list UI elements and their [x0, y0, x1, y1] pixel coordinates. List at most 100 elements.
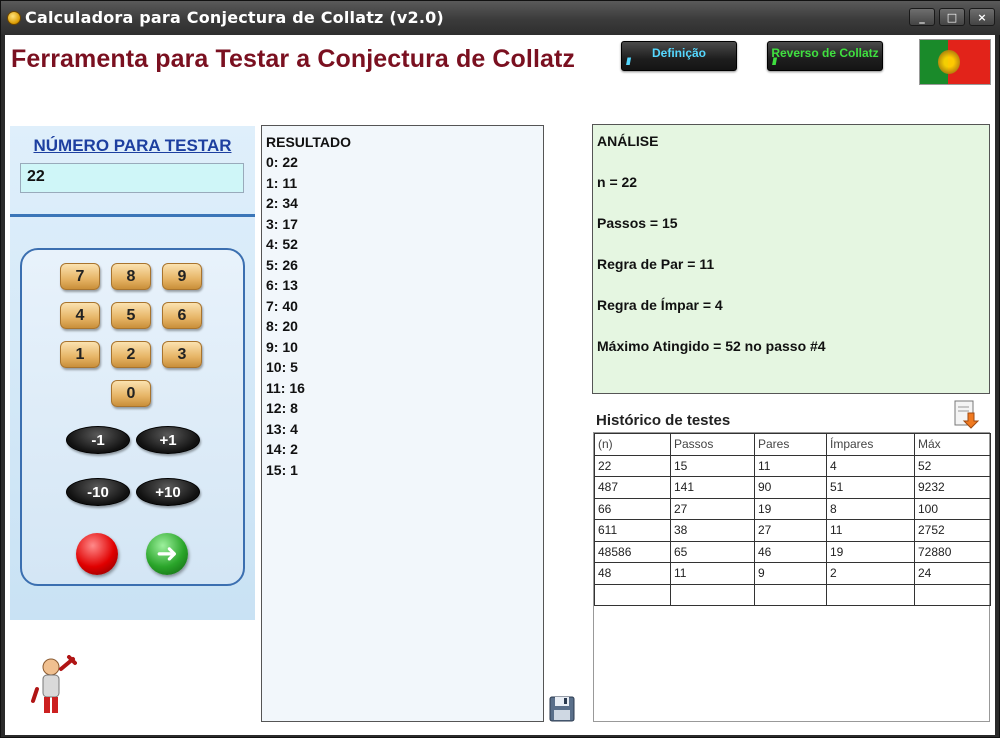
minus-1-button[interactable]: -1 — [66, 426, 130, 454]
result-line: 1: 11 — [266, 174, 298, 191]
window-title: Calculadora para Conjectura de Collatz (… — [25, 8, 444, 27]
result-line: 7: 40 — [266, 297, 298, 314]
table-cell: 48 — [594, 562, 671, 585]
col-max[interactable]: Máx — [914, 433, 991, 456]
result-line: 8: 20 — [266, 318, 298, 334]
col-n[interactable]: (n) — [594, 433, 671, 456]
result-title: RESULTADO — [266, 134, 352, 150]
table-cell: 141 — [670, 476, 755, 499]
history-table: (n) Passos Pares Ímpares Máx 22 15 11 4 … — [594, 433, 991, 606]
table-cell: 65 — [670, 540, 755, 563]
input-panel: NÚMERO PARA TESTAR 22 7 8 9 4 5 6 1 2 3 … — [10, 126, 255, 620]
analysis-impar: Regra de Ímpar = 4 — [597, 297, 723, 313]
col-passos[interactable]: Passos — [670, 433, 755, 456]
table-row[interactable]: 48 11 9 2 24 — [594, 562, 991, 585]
table-cell — [594, 583, 671, 606]
result-panel[interactable]: RESULTADO 0: 22 1: 11 2: 34 3: 17 4: 52 … — [261, 125, 544, 722]
analysis-panel: ANÁLISE n = 22 Passos = 15 Regra de Par … — [592, 124, 990, 394]
table-cell: 611 — [594, 519, 671, 542]
table-cell: 22 — [594, 454, 671, 477]
result-line: 15: 1 — [266, 461, 298, 478]
table-row[interactable]: 487 141 90 51 9232 — [594, 476, 991, 499]
number-input[interactable]: 22 — [20, 163, 244, 193]
table-cell: 2752 — [914, 519, 991, 542]
table-cell: 27 — [754, 519, 827, 542]
table-cell: 48586 — [594, 540, 671, 563]
export-document-icon[interactable] — [951, 399, 981, 429]
table-cell: 66 — [594, 497, 671, 520]
stop-button[interactable] — [76, 533, 118, 575]
table-cell: 9232 — [914, 476, 991, 499]
result-line: 14: 2 — [266, 441, 298, 457]
key-9[interactable]: 9 — [162, 263, 202, 290]
table-cell: 27 — [670, 497, 755, 520]
minus-10-button[interactable]: -10 — [66, 478, 130, 506]
table-cell — [826, 583, 915, 606]
table-cell: 4 — [826, 454, 915, 477]
key-5[interactable]: 5 — [111, 302, 151, 329]
result-line: 5: 26 — [266, 256, 298, 273]
table-row[interactable]: 48586 65 46 19 72880 — [594, 540, 991, 563]
definicao-label: Definição — [651, 46, 706, 60]
table-header-row: (n) Passos Pares Ímpares Máx — [594, 433, 991, 456]
definicao-button[interactable]: Definição //// — [621, 41, 737, 71]
plus-1-button[interactable]: +1 — [136, 426, 200, 454]
key-4[interactable]: 4 — [60, 302, 100, 329]
analysis-passos: Passos = 15 — [597, 215, 678, 231]
stripes-icon: //// — [626, 57, 631, 68]
table-row[interactable]: 22 15 11 4 52 — [594, 454, 991, 477]
app-coin-icon — [7, 11, 21, 25]
result-line: 12: 8 — [266, 400, 298, 416]
minimize-button[interactable]: _ — [909, 8, 935, 26]
result-line: 11: 16 — [266, 379, 305, 396]
table-cell: 11 — [826, 519, 915, 542]
analysis-n: n = 22 — [597, 174, 638, 190]
maximize-button[interactable]: □ — [939, 8, 965, 26]
result-line: 4: 52 — [266, 236, 298, 252]
divider — [10, 214, 255, 217]
key-1[interactable]: 1 — [60, 341, 100, 368]
table-cell: 19 — [754, 497, 827, 520]
table-cell — [670, 583, 755, 606]
history-grid[interactable]: (n) Passos Pares Ímpares Máx 22 15 11 4 … — [593, 432, 991, 722]
key-2[interactable]: 2 — [111, 341, 151, 368]
table-cell: 90 — [754, 476, 827, 499]
table-cell: 8 — [826, 497, 915, 520]
run-button[interactable]: ➜ — [146, 533, 188, 575]
analysis-title: ANÁLISE — [597, 133, 659, 149]
result-line: 0: 22 — [266, 154, 298, 170]
table-cell: 38 — [670, 519, 755, 542]
key-6[interactable]: 6 — [162, 302, 202, 329]
save-disk-icon[interactable] — [548, 693, 578, 723]
portugal-flag-icon — [919, 39, 991, 85]
col-impares[interactable]: Ímpares — [826, 433, 915, 456]
close-button[interactable]: × — [969, 8, 995, 26]
app-window: Calculadora para Conjectura de Collatz (… — [0, 0, 1000, 738]
table-cell: 51 — [826, 476, 915, 499]
key-7[interactable]: 7 — [60, 263, 100, 290]
table-cell: 11 — [754, 454, 827, 477]
table-cell — [914, 583, 991, 606]
key-0[interactable]: 0 — [111, 380, 151, 407]
key-3[interactable]: 3 — [162, 341, 202, 368]
analysis-maximo: Máximo Atingido = 52 no passo #4 — [597, 338, 826, 354]
client-area: Ferramenta para Testar a Conjectura de C… — [5, 35, 995, 735]
title-bar[interactable]: Calculadora para Conjectura de Collatz (… — [1, 1, 1000, 35]
table-row[interactable]: 611 38 27 11 2752 — [594, 519, 991, 542]
result-line: 9: 10 — [266, 338, 298, 355]
table-row[interactable]: 66 27 19 8 100 — [594, 497, 991, 520]
table-cell: 9 — [754, 562, 827, 585]
result-line: 13: 4 — [266, 420, 298, 437]
key-8[interactable]: 8 — [111, 263, 151, 290]
history-title: Histórico de testes — [596, 412, 731, 429]
table-cell: 24 — [914, 562, 991, 585]
reverso-collatz-button[interactable]: Reverso de Collatz //// — [767, 41, 883, 71]
keypad: 7 8 9 4 5 6 1 2 3 0 -1 +1 -10 +10 ➜ — [20, 248, 245, 586]
col-pares[interactable]: Pares — [754, 433, 827, 456]
tools-wrench-icon[interactable] — [31, 655, 77, 717]
result-line: 6: 13 — [266, 277, 298, 293]
page-title: Ferramenta para Testar a Conjectura de C… — [11, 45, 576, 73]
plus-10-button[interactable]: +10 — [136, 478, 200, 506]
table-cell: 11 — [670, 562, 755, 585]
table-row-empty[interactable] — [594, 583, 991, 606]
